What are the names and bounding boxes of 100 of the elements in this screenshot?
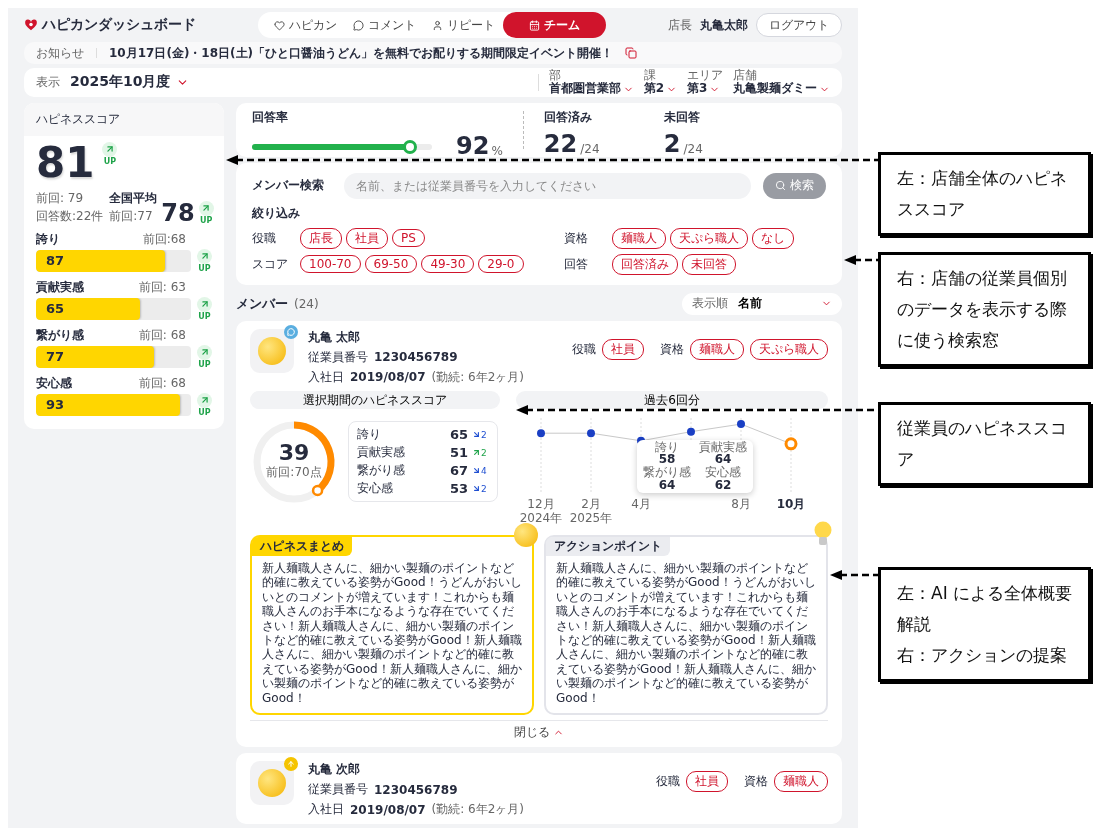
tooltip-label: 誇り bbox=[655, 440, 679, 454]
filter-chip[interactable]: 天ぷら職人 bbox=[669, 227, 748, 249]
metric-name: 安心感 bbox=[36, 374, 72, 392]
answered-total: /24 bbox=[580, 141, 600, 156]
employee-id-label: 従業員番号 bbox=[308, 781, 368, 798]
national-average-label: 全国平均 bbox=[109, 189, 158, 207]
annotation-text: 右：店舗の従業員個別のデータを表示する際に使う検索窓 bbox=[897, 267, 1068, 352]
filter-value[interactable]: 丸亀製麺ダミー bbox=[733, 82, 817, 96]
filter-chip[interactable]: なし bbox=[751, 227, 794, 249]
filter-chip[interactable]: 69-50 bbox=[364, 255, 418, 273]
tenure: (勤続: 6年2ヶ月) bbox=[431, 801, 525, 818]
member-score: 39 bbox=[278, 442, 310, 464]
unanswered-count: 2 bbox=[663, 131, 681, 156]
note-title: アクションポイント bbox=[546, 537, 670, 557]
nav-tab[interactable]: ハピカン bbox=[266, 12, 345, 38]
close-button[interactable]: 閉じる bbox=[514, 724, 564, 741]
qualification-label: 資格 bbox=[744, 773, 768, 790]
nav-tab[interactable]: チーム bbox=[503, 12, 606, 38]
trend-label: UP bbox=[198, 407, 211, 417]
role-label: 役職 bbox=[656, 773, 680, 790]
metric-value: 65 bbox=[46, 300, 65, 316]
note-text: 新人麺職人さんに、細かい製麺のポイントなど的確に教えている姿勢がGood！うどんがおいしいとのコメントが増えています！これからも麺職人さんのお手本になるような存在でいてください！新人麺職人さんに、細かい製麺のポイントなど的確に教えている姿勢がGood！新人麺職人さんに、細かい製麺のポイントなど的確に教えている姿勢がGood！新人麺職人さんに、細かい製麺のポイントなど的確に教えている姿勢がGood！ bbox=[262, 561, 522, 705]
search-field[interactable]: 名前、または従業員番号を入力してください bbox=[344, 172, 751, 199]
trend-label: UP bbox=[198, 311, 211, 321]
join-date: 2019/08/07 bbox=[350, 802, 426, 817]
metric-name: 安心感 bbox=[357, 480, 394, 497]
filter-chip[interactable]: 回答済み bbox=[611, 253, 678, 275]
trend-label: UP bbox=[103, 156, 117, 166]
member-name: 丸亀 次郎 bbox=[308, 761, 362, 778]
metric-name: 誇り bbox=[357, 426, 382, 443]
period-tab[interactable]: 選択期間のハピネススコア bbox=[250, 390, 500, 409]
employee-id: 1230456789 bbox=[374, 782, 458, 797]
trend-label: UP bbox=[198, 263, 211, 273]
score-change: 2 bbox=[472, 483, 489, 494]
tooltip-label: 貢献実感 bbox=[699, 440, 747, 454]
metric-value: 93 bbox=[46, 396, 65, 412]
tooltip-label: 繋がり感 bbox=[643, 466, 691, 480]
trend-label: UP bbox=[200, 215, 213, 225]
filter-chip[interactable]: 店長 bbox=[300, 227, 342, 249]
qualification-tag[interactable]: 天ぷら職人 bbox=[750, 338, 828, 360]
period-label: 表示 bbox=[36, 73, 60, 91]
card-title: ハピネススコア bbox=[24, 102, 224, 136]
tooltip-value: 62 bbox=[714, 479, 732, 493]
metric-value: 67 bbox=[448, 463, 468, 478]
member-previous-score: 前回:70点 bbox=[266, 464, 322, 481]
filter-value[interactable]: 第2 bbox=[643, 82, 664, 96]
qualification-tag[interactable]: 麺職人 bbox=[774, 771, 828, 792]
month-label: 8月 bbox=[731, 497, 751, 512]
tooltip-label: 安心感 bbox=[705, 466, 741, 480]
metric-value: 77 bbox=[46, 348, 65, 364]
metric-name: 貢献実感 bbox=[357, 444, 406, 461]
score-change: 2 bbox=[472, 429, 489, 440]
response-count: 回答数:22件 bbox=[36, 207, 104, 225]
answered-label: 回答済み bbox=[543, 108, 593, 126]
role-tag[interactable]: 社員 bbox=[686, 771, 728, 792]
month-label: 4月 bbox=[631, 497, 651, 512]
metric-name: 誇り bbox=[36, 230, 60, 248]
qualification-tag[interactable]: 麺職人 bbox=[690, 338, 744, 360]
year-label: 2024年 bbox=[519, 512, 563, 527]
nav-tab[interactable]: リピート bbox=[424, 12, 503, 38]
filter-chip[interactable]: 未回答 bbox=[681, 253, 736, 275]
filter-chip[interactable]: 49-30 bbox=[421, 255, 475, 273]
filter-value[interactable]: 第3 bbox=[687, 82, 708, 96]
role-tag[interactable]: 社員 bbox=[602, 338, 644, 360]
filter-title: 絞り込み bbox=[252, 204, 301, 222]
previous-score: 前回: 79 bbox=[36, 189, 85, 207]
filter-chip[interactable]: 麺職人 bbox=[611, 227, 666, 249]
filter-group-label: 資格 bbox=[563, 229, 589, 247]
filter-chip[interactable]: PS bbox=[392, 229, 425, 247]
search-label: メンバー検索 bbox=[252, 177, 325, 194]
annotation-text: 右：アクションの提案 bbox=[897, 644, 1068, 667]
national-previous: 前回:77 bbox=[109, 207, 154, 225]
filter-group-label: 回答 bbox=[563, 255, 589, 273]
filter-label: 店舗 bbox=[733, 68, 758, 82]
period-value: 2025年10月度 bbox=[70, 73, 171, 92]
percent-unit: % bbox=[491, 143, 503, 158]
history-tab[interactable]: 過去6回分 bbox=[516, 390, 828, 409]
filter-chip[interactable]: 100-70 bbox=[300, 255, 361, 273]
notice-text: 10月17日(金)・18日(土)「ひと口醤油うどん」を無料でお配りする期間限定イベント開催！ bbox=[109, 44, 614, 62]
logo-text: ハピカンダッシュボード bbox=[42, 16, 196, 34]
notice-label: お知らせ bbox=[36, 44, 84, 62]
members-title: メンバー bbox=[236, 294, 288, 313]
nav-tab[interactable]: コメント bbox=[345, 12, 424, 38]
join-date-label: 入社日 bbox=[308, 368, 344, 386]
annotation-text: 左：AI による全体概要解説 bbox=[897, 582, 1074, 636]
metric-previous: 前回: 68 bbox=[138, 374, 186, 392]
score-change: 4 bbox=[472, 465, 489, 476]
filter-chip[interactable]: 社員 bbox=[346, 227, 388, 249]
sort-select[interactable]: 表示順 名前 bbox=[682, 292, 842, 315]
tooltip-value: 64 bbox=[658, 479, 676, 493]
metric-value: 65 bbox=[448, 427, 468, 442]
filter-value[interactable]: 首都圏営業部 bbox=[548, 82, 621, 96]
note-text: 新人麺職人さんに、細かい製麺のポイントなど的確に教えている姿勢がGood！うどんがおいしいとのコメントが増えています！これからも麺職人さんのお手本になるような存在でいてください！新人麺職人さんに、細かい製麺のポイントなど的確に教えている姿勢がGood！新人麺職人さんに、細かい製麺のポイントなど的確に教えている姿勢がGood！新人麺職人さんに、細かい製麺のポイントなど的確に教えている姿勢がGood！ bbox=[556, 561, 816, 705]
metric-previous: 前回: 63 bbox=[138, 278, 186, 296]
filter-chip[interactable]: 29-0 bbox=[478, 255, 524, 273]
note-title: ハピネスまとめ bbox=[252, 537, 352, 557]
logout-button[interactable]: ログアウト bbox=[756, 13, 842, 37]
tooltip-value: 64 bbox=[714, 453, 732, 467]
members-count: (24) bbox=[294, 296, 319, 311]
unanswered-label: 未回答 bbox=[663, 108, 701, 126]
